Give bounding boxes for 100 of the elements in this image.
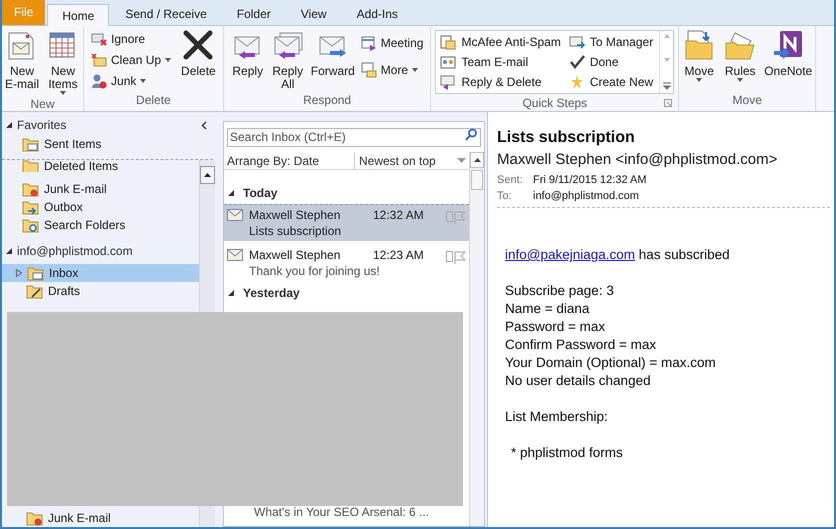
ribbon-small-button[interactable]: Junk: [89, 70, 174, 91]
message-subject: Lists subscription: [249, 223, 342, 239]
ribbon-tab[interactable]: View: [286, 3, 341, 25]
folder-item[interactable]: Inbox: [2, 264, 199, 282]
message-subject: Thank you for joining us!: [249, 263, 381, 279]
search-icon[interactable]: [465, 128, 478, 141]
delete-x-icon: [181, 29, 216, 61]
envelope-icon: [227, 249, 243, 261]
quick-step-button[interactable]: To Manager: [566, 32, 656, 52]
group-label: Respond: [303, 92, 352, 109]
body-text: Name = diana: [505, 300, 590, 318]
folder-item[interactable]: Junk E-mail: [2, 180, 199, 198]
up-arrow-icon: [474, 158, 480, 162]
collapse-triangle-icon[interactable]: [6, 248, 12, 254]
quick-step-button[interactable]: Team E-mail: [438, 52, 563, 72]
sort-order-label[interactable]: Newest on top: [354, 152, 436, 170]
ribbon-button[interactable]: OneNote: [762, 26, 814, 82]
folder-icon: [22, 160, 39, 172]
folder-item[interactable]: Deleted Items: [2, 160, 118, 172]
body-text: Subscribe page: 3: [505, 282, 615, 300]
message-subject[interactable]: What's in Your SEO Arsenal: 6 ...: [254, 505, 430, 519]
search-field[interactable]: Search Inbox (Ctrl+E): [227, 128, 481, 146]
scroll-up-button[interactable]: [470, 152, 484, 168]
body-text: List Membership:: [505, 408, 609, 426]
message-sender: Maxwell Stephen: [249, 207, 342, 223]
ribbon-tab[interactable]: Add-Ins: [342, 3, 412, 25]
ribbon-small-button[interactable]: Ignore: [89, 28, 174, 49]
clean-up-icon: [91, 52, 108, 68]
ribbon-small-button[interactable]: More: [358, 59, 426, 80]
ribbon-small-button[interactable]: Meeting: [358, 32, 426, 53]
category-box-icon[interactable]: [446, 251, 453, 262]
group-label: Delete: [136, 92, 171, 109]
collapse-triangle-icon[interactable]: [228, 290, 234, 296]
folder-item[interactable]: Sent Items: [2, 135, 215, 153]
account-header[interactable]: info@phplistmod.com: [17, 242, 133, 260]
quick-step-button[interactable]: Reply & Delete: [438, 72, 563, 92]
body-text: info@pakejniaga.com has subscribed: [505, 246, 731, 264]
collapse-triangle-icon[interactable]: [228, 190, 234, 196]
date-group-header[interactable]: Yesterday: [243, 284, 300, 302]
scroll-thumb[interactable]: [471, 170, 483, 190]
recipient-address: info@phplistmod.com: [533, 189, 639, 204]
up-arrow-icon: [204, 173, 211, 177]
ribbon-tab[interactable]: Send / Receive: [111, 3, 221, 25]
ribbon-tab[interactable]: Home: [47, 4, 110, 26]
folder-item[interactable]: Drafts: [2, 282, 199, 300]
folder-icon: [26, 284, 43, 298]
quick-step-button[interactable]: McAfee Anti-Spam: [438, 32, 563, 52]
body-text: Your Domain (Optional) = max.com: [505, 354, 717, 372]
to-label: To:: [497, 189, 513, 204]
date-group-header[interactable]: Today: [243, 184, 278, 202]
sort-caret-icon[interactable]: [457, 158, 466, 163]
expand-triangle-icon[interactable]: [16, 269, 22, 277]
email-link[interactable]: info@pakejniaga.com: [505, 247, 636, 262]
collapse-pane-icon[interactable]: [201, 120, 207, 130]
folder-icon: [22, 218, 39, 232]
folder-icon: [22, 182, 39, 196]
sparkle-icon: [568, 74, 585, 90]
email-subject: Lists subscription: [497, 128, 636, 148]
ribbon-button[interactable]: Reply: [228, 26, 267, 91]
scroll-up-icon[interactable]: [664, 34, 670, 38]
message-sender: Maxwell Stephen: [249, 247, 342, 263]
clipboard-icon: [440, 34, 456, 50]
envelope-arrow-icon: [568, 34, 585, 50]
more-icon: [360, 62, 377, 78]
email-sender: Maxwell Stephen <info@phplistmod.com>: [497, 150, 778, 170]
meeting-icon: [360, 34, 377, 50]
ribbon-button[interactable]: Forward: [308, 26, 357, 91]
folder-item[interactable]: Junk E-mail: [2, 509, 199, 527]
folder-item[interactable]: Outbox: [2, 198, 199, 216]
ribbon-tab[interactable]: Folder: [222, 3, 285, 25]
junk-icon: [91, 72, 108, 88]
body-text: Password = max: [505, 318, 606, 336]
quick-step-button[interactable]: Done: [566, 52, 656, 72]
ribbon-button[interactable]: Rules: [721, 26, 760, 82]
dialog-launcher-icon[interactable]: [664, 99, 672, 107]
flag-icon[interactable]: [454, 251, 466, 264]
ribbon-button[interactable]: Move: [680, 26, 718, 82]
quick-step-button[interactable]: Create New: [566, 72, 656, 92]
expand-gallery-icon[interactable]: [662, 82, 671, 90]
folder-icon: [22, 200, 39, 214]
ribbon-button[interactable]: Delete: [179, 26, 218, 91]
ignore-icon: [91, 30, 108, 46]
sent-date: Fri 9/11/2015 12:32 AM: [533, 173, 647, 188]
ribbon-small-button[interactable]: Clean Up: [89, 49, 174, 70]
ribbon-button[interactable]: New Items: [44, 26, 82, 95]
favorites-header[interactable]: Favorites: [17, 116, 66, 134]
group-label: New: [30, 96, 55, 113]
sent-label: Sent:: [497, 173, 524, 188]
message-time: 12:32 AM: [373, 207, 424, 223]
message-time: 12:23 AM: [373, 247, 424, 263]
scroll-down-icon[interactable]: [664, 58, 670, 62]
folder-icon: [22, 136, 39, 152]
body-text: Confirm Password = max: [505, 336, 658, 354]
envelope-icon: [227, 209, 243, 221]
ribbon-button[interactable]: New E-mail: [3, 26, 42, 95]
collapse-triangle-icon[interactable]: [6, 122, 12, 128]
folder-item[interactable]: Search Folders: [2, 216, 199, 234]
arrange-by-label[interactable]: Arrange By: Date: [224, 152, 354, 170]
scroll-up-button[interactable]: [200, 166, 215, 184]
ribbon-button[interactable]: Reply All: [268, 26, 307, 91]
